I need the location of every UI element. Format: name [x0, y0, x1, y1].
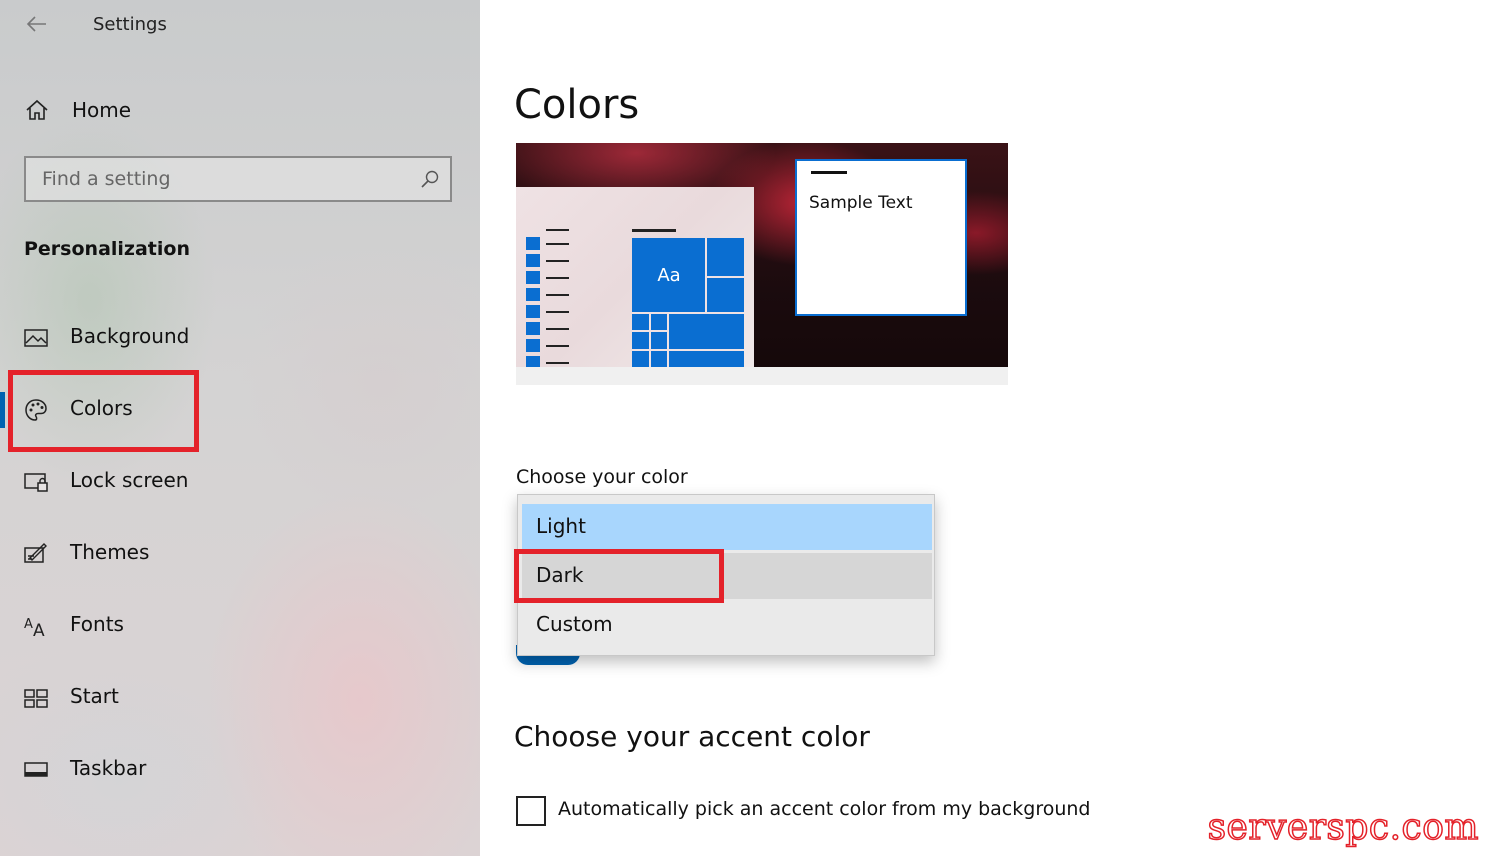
dropdown-option-light[interactable]: Light: [522, 504, 932, 550]
section-title: Personalization: [24, 238, 190, 260]
main-content: Colors Aa Sample Text Choose your color …: [480, 0, 1495, 856]
preview-window: Sample Text: [795, 159, 967, 316]
page-title: Colors: [514, 82, 640, 128]
sidebar-item-label: Background: [70, 324, 190, 348]
app-title: Settings: [93, 14, 167, 35]
taskbar-icon: [24, 762, 48, 777]
picture-icon: [24, 329, 48, 347]
sidebar-item-themes[interactable]: Themes: [0, 526, 480, 582]
sidebar-item-background[interactable]: Background: [0, 310, 480, 366]
watermark: serverspc.com: [1207, 806, 1479, 849]
start-icon: [24, 689, 48, 708]
sidebar: Settings Home Personalization Background…: [0, 0, 480, 856]
back-arrow-icon[interactable]: [24, 14, 50, 34]
dropdown-option-custom[interactable]: Custom: [522, 602, 932, 648]
search-input[interactable]: [26, 158, 406, 200]
auto-accent-label: Automatically pick an accent color from …: [558, 798, 1091, 820]
home-icon: [26, 99, 48, 120]
svg-text:A: A: [24, 617, 33, 632]
sidebar-item-fonts[interactable]: A A Fonts: [0, 598, 480, 654]
sidebar-item-label: Fonts: [70, 612, 124, 636]
lock-screen-icon: [24, 473, 48, 492]
dark-highlight-box: [514, 549, 724, 603]
preview-start-menu: Aa: [516, 187, 754, 367]
themes-icon: [24, 543, 47, 563]
sidebar-item-label: Taskbar: [70, 756, 147, 780]
fonts-icon: A A: [24, 617, 45, 638]
svg-text:A: A: [33, 621, 45, 638]
color-preview: Aa Sample Text: [516, 143, 1008, 385]
auto-accent-checkbox[interactable]: [516, 796, 546, 826]
choose-color-label: Choose your color: [516, 466, 688, 488]
accent-section-title: Choose your accent color: [514, 720, 870, 753]
preview-tile-text: Aa: [657, 264, 681, 286]
dropdown-option-label: Custom: [536, 612, 613, 636]
sidebar-item-taskbar[interactable]: Taskbar: [0, 742, 480, 798]
search-box[interactable]: [24, 156, 452, 202]
dropdown-option-label: Light: [536, 514, 586, 538]
sidebar-item-label: Lock screen: [70, 468, 189, 492]
sidebar-item-label: Start: [70, 684, 119, 708]
sidebar-item-start[interactable]: Start: [0, 670, 480, 726]
sidebar-item-lock-screen[interactable]: Lock screen: [0, 454, 480, 510]
sidebar-item-label: Themes: [70, 540, 150, 564]
search-icon[interactable]: [420, 169, 440, 189]
home-label: Home: [72, 98, 132, 122]
preview-sample-text: Sample Text: [809, 193, 913, 213]
colors-highlight-box: [8, 370, 199, 452]
home-link[interactable]: Home: [24, 94, 131, 126]
